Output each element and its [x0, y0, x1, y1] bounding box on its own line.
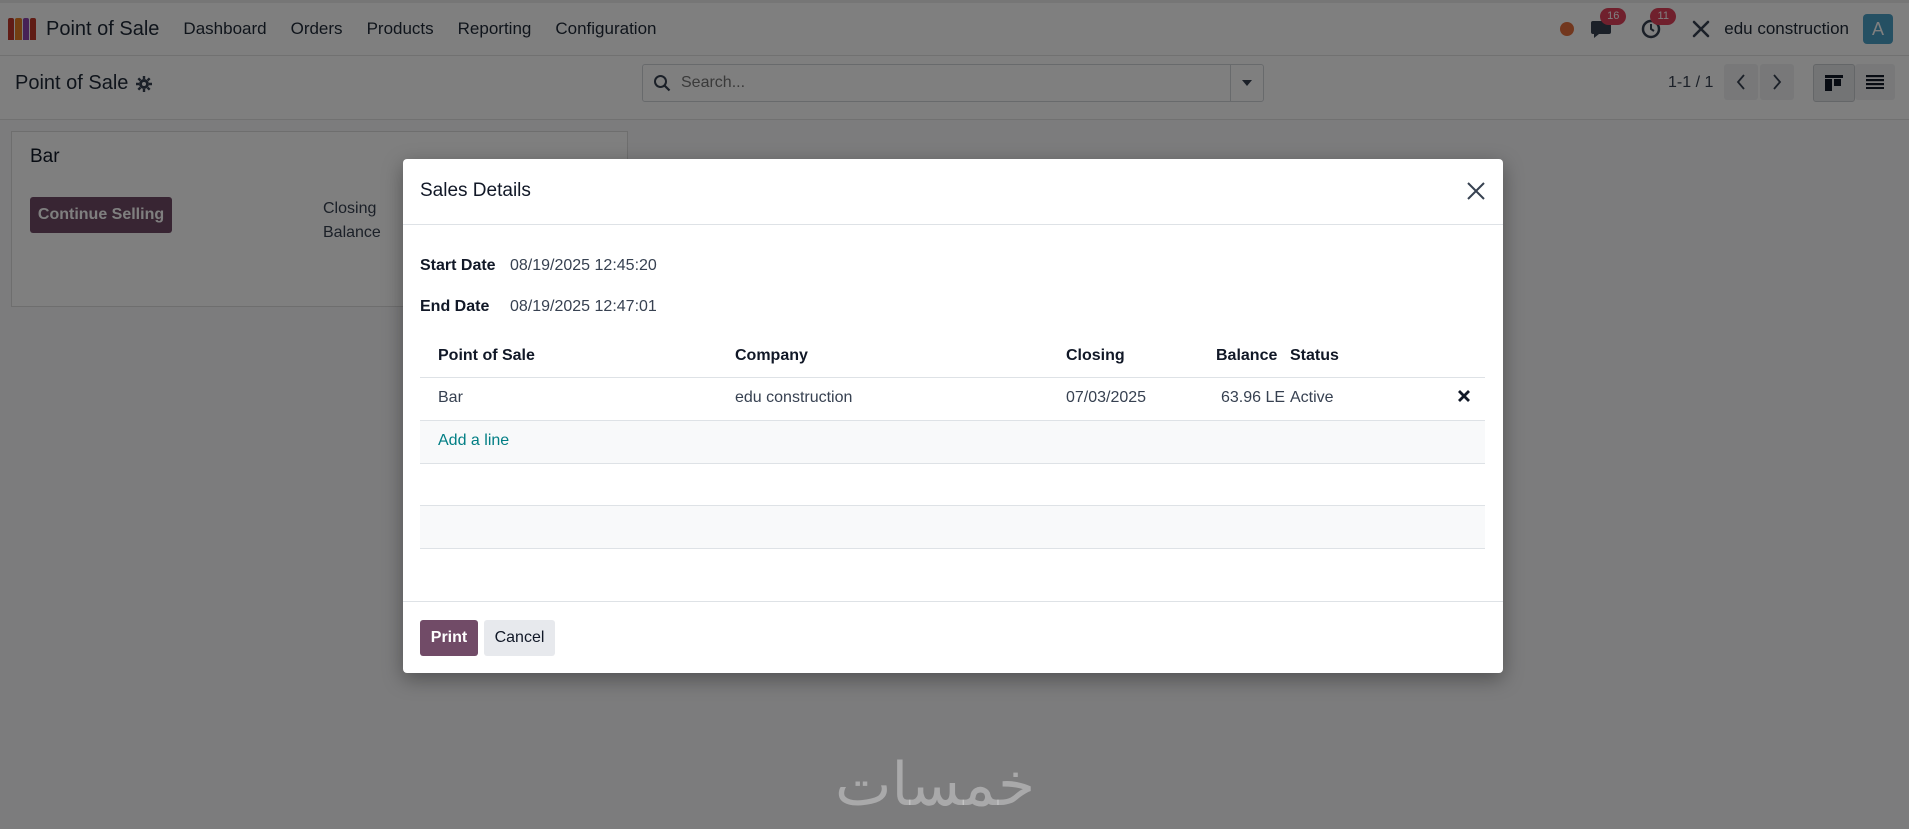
row-divider	[420, 463, 1485, 464]
header-divider	[420, 377, 1485, 378]
start-date-label: Start Date	[420, 257, 496, 274]
cell-closing[interactable]: 07/03/2025	[1066, 389, 1146, 407]
sales-details-dialog: Sales Details Start Date 08/19/2025 12:4…	[403, 159, 1503, 673]
add-a-line-link[interactable]: Add a line	[438, 432, 509, 450]
print-button[interactable]: Print	[420, 620, 478, 656]
empty-row	[420, 506, 1485, 548]
end-date-field[interactable]: 08/19/2025 12:47:01	[510, 298, 657, 316]
column-header-company[interactable]: Company	[735, 347, 808, 365]
dialog-title: Sales Details	[420, 180, 531, 201]
close-icon	[1467, 182, 1485, 200]
watermark-logo: خمسات	[835, 750, 1036, 820]
row-divider	[420, 548, 1485, 549]
dialog-header: Sales Details	[403, 159, 1503, 225]
dialog-close-button[interactable]	[1463, 178, 1489, 204]
column-header-pos[interactable]: Point of Sale	[438, 347, 535, 365]
column-header-closing[interactable]: Closing	[1066, 347, 1125, 365]
column-header-balance[interactable]: Balance	[1216, 347, 1277, 365]
cell-balance[interactable]: 63.96 LE	[1221, 389, 1285, 407]
dialog-footer: Print Cancel	[403, 601, 1503, 674]
delete-row-icon[interactable]	[1458, 389, 1470, 407]
cell-status[interactable]: Active	[1290, 389, 1334, 407]
end-date-label: End Date	[420, 298, 490, 315]
start-date-field[interactable]: 08/19/2025 12:45:20	[510, 257, 657, 275]
cell-pos[interactable]: Bar	[438, 389, 463, 407]
cancel-button[interactable]: Cancel	[484, 620, 555, 656]
column-header-status[interactable]: Status	[1290, 347, 1339, 365]
delete-x-icon	[1458, 390, 1470, 402]
cell-company[interactable]: edu construction	[735, 389, 852, 407]
add-line-row	[420, 421, 1485, 463]
